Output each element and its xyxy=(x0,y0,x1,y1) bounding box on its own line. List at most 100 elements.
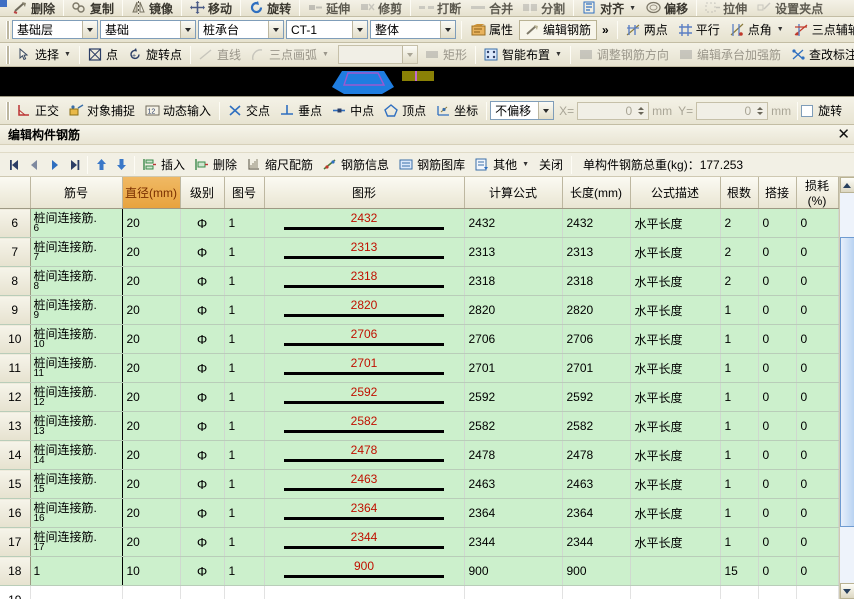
cell-length[interactable]: 2463 xyxy=(562,469,631,499)
toolbar-rotate-button[interactable]: 旋转 xyxy=(244,0,296,16)
row-header-cell[interactable]: 11 xyxy=(0,353,31,383)
cell-shape[interactable]: 2478 xyxy=(264,440,465,470)
cell-length[interactable]: 2820 xyxy=(562,295,631,325)
cell-loss[interactable]: 0 xyxy=(796,411,839,441)
cell-jinhao[interactable]: 桩间连接筋. 7 xyxy=(30,237,123,267)
chevron-down-icon[interactable] xyxy=(538,102,554,119)
chevron-down-icon[interactable]: ▼ xyxy=(64,51,71,58)
cell-tuhao[interactable]: 1 xyxy=(224,527,265,557)
table-row[interactable]: 12 桩间连接筋. 12 20 Φ 1 2592 2592 2592 水平长度 1 0 0 xyxy=(0,382,839,412)
cell-level[interactable]: Φ xyxy=(180,382,225,412)
cell-tuhao[interactable]: 1 xyxy=(224,411,265,441)
table-row[interactable]: 11 桩间连接筋. 11 20 Φ 1 2701 2701 2701 水平长度 1 0 0 xyxy=(0,353,839,383)
two-point-axis-button[interactable]: 两点 xyxy=(621,20,673,40)
table-row[interactable]: 6 桩间连接筋. 6 20 Φ 1 2432 2432 2432 水平长度 2 0 0 xyxy=(0,208,839,238)
table-header-sunhao[interactable]: 损耗(%) xyxy=(796,177,839,209)
cell-formula-desc[interactable]: 水平长度 xyxy=(630,382,721,412)
object-snap-toggle[interactable]: 对象捕捉 xyxy=(64,101,140,121)
cell-length[interactable]: 2592 xyxy=(562,382,631,412)
chevron-down-icon[interactable]: ▼ xyxy=(777,26,784,33)
intersection-snap-button[interactable]: 交点 xyxy=(223,101,275,121)
cell-level[interactable]: Φ xyxy=(180,469,225,499)
cell-level[interactable]: Φ xyxy=(180,208,225,238)
cell-jinhao[interactable]: 桩间连接筋. 16 xyxy=(30,498,123,528)
cell-count[interactable]: 2 xyxy=(720,208,759,238)
cell-formula[interactable]: 2478 xyxy=(464,440,563,470)
cell-loss[interactable]: 0 xyxy=(796,469,839,499)
cell-tuhao[interactable]: 1 xyxy=(224,498,265,528)
cell-count[interactable]: 1 xyxy=(720,411,759,441)
cell-count[interactable]: 1 xyxy=(720,527,759,557)
three-point-axis-button[interactable]: 三点辅轴 ▼ xyxy=(789,20,854,40)
cell-length[interactable]: 2701 xyxy=(562,353,631,383)
toolbar-offset-button[interactable]: 偏移 xyxy=(641,0,693,16)
row-header-cell[interactable]: 19 xyxy=(0,585,31,599)
cell-tuhao[interactable]: 1 xyxy=(224,469,265,499)
cell-loss[interactable]: 0 xyxy=(796,527,839,557)
cell-level[interactable]: Φ xyxy=(180,324,225,354)
cell-shape[interactable]: 900 xyxy=(264,556,465,586)
cell-count[interactable]: 1 xyxy=(720,324,759,354)
cell-formula[interactable]: 2318 xyxy=(464,266,563,296)
cell-formula[interactable]: 2364 xyxy=(464,498,563,528)
cell-level[interactable]: Φ xyxy=(180,295,225,325)
cell-jinhao[interactable]: 桩间连接筋. 6 xyxy=(30,208,123,238)
cell-loss[interactable]: 0 xyxy=(796,208,839,238)
dynamic-input-toggle[interactable]: 12 动态输入 xyxy=(140,101,216,121)
cell-tuhao[interactable]: 1 xyxy=(224,295,265,325)
cell-formula[interactable]: 2820 xyxy=(464,295,563,325)
table-header-rownum[interactable] xyxy=(0,177,31,209)
cell-loss[interactable]: 0 xyxy=(796,556,839,586)
rotate-checkbox[interactable] xyxy=(801,104,814,117)
insert-row-button[interactable]: 插入 xyxy=(138,155,190,175)
cell-shape[interactable]: 2820 xyxy=(264,295,465,325)
row-header-cell[interactable]: 16 xyxy=(0,498,31,528)
cell-shape[interactable]: 2318 xyxy=(264,266,465,296)
cell-length[interactable]: 2478 xyxy=(562,440,631,470)
cell-count[interactable]: 1 xyxy=(720,498,759,528)
cell-loss[interactable]: 0 xyxy=(796,498,839,528)
check-dim-button[interactable]: 查改标注 ▼ xyxy=(786,45,854,65)
cell-formula[interactable]: 2463 xyxy=(464,469,563,499)
cell-lap[interactable]: 0 xyxy=(758,324,797,354)
vertex-snap-button[interactable]: 顶点 xyxy=(379,101,431,121)
table-header-gongshi[interactable]: 计算公式 xyxy=(464,177,563,209)
toolbar-grip[interactable] xyxy=(6,45,10,64)
cell-lap[interactable]: 0 xyxy=(758,353,797,383)
floor-select[interactable]: 基础层 xyxy=(12,20,98,39)
cell-count[interactable]: 2 xyxy=(720,237,759,267)
cell-formula[interactable]: 2313 xyxy=(464,237,563,267)
cell-formula-desc[interactable]: 水平长度 xyxy=(630,237,721,267)
cell-diameter[interactable]: 20 xyxy=(122,353,181,383)
coordinate-snap-button[interactable]: 坐标 xyxy=(431,101,483,121)
table-row[interactable]: 15 桩间连接筋. 15 20 Φ 1 2463 2463 2463 水平长度 1 0 0 xyxy=(0,469,839,499)
cell-lap[interactable] xyxy=(758,585,797,599)
toolbar-copy-button[interactable]: 复制 xyxy=(67,0,119,16)
cell-formula[interactable]: 2592 xyxy=(464,382,563,412)
rebar-info-button[interactable]: 钢筋信息 xyxy=(318,155,394,175)
cell-formula[interactable]: 2706 xyxy=(464,324,563,354)
cell-level[interactable]: Φ xyxy=(180,266,225,296)
cell-jinhao[interactable]: 桩间连接筋. 17 xyxy=(30,527,123,557)
edit-rebar-button[interactable]: 编辑钢筋 xyxy=(519,19,598,40)
row-header-cell[interactable]: 8 xyxy=(0,266,31,296)
cell-formula-desc[interactable]: 水平长度 xyxy=(630,266,721,296)
cell-lap[interactable]: 0 xyxy=(758,411,797,441)
cell-jinhao[interactable]: 桩间连接筋. 13 xyxy=(30,411,123,441)
cell-formula[interactable]: 900 xyxy=(464,556,563,586)
row-header-cell[interactable]: 7 xyxy=(0,237,31,267)
cell-formula-desc[interactable]: 水平长度 xyxy=(630,411,721,441)
table-row[interactable]: 13 桩间连接筋. 13 20 Φ 1 2582 2582 2582 水平长度 1 0 0 xyxy=(0,411,839,441)
cell-lap[interactable]: 0 xyxy=(758,498,797,528)
cell-count[interactable]: 1 xyxy=(720,353,759,383)
row-header-cell[interactable]: 10 xyxy=(0,324,31,354)
midpoint-snap-button[interactable]: 中点 xyxy=(327,101,379,121)
close-icon[interactable]: ✕ xyxy=(837,125,850,143)
cell-jinhao[interactable]: 桩间连接筋. 11 xyxy=(30,353,123,383)
component-select[interactable]: CT-1 xyxy=(286,20,368,39)
cell-shape[interactable] xyxy=(264,585,465,599)
point-tool-button[interactable]: 点 xyxy=(83,45,123,65)
table-header-dajie[interactable]: 搭接 xyxy=(758,177,797,209)
table-header-miaoshu[interactable]: 公式描述 xyxy=(630,177,721,209)
cell-length[interactable] xyxy=(562,585,631,599)
